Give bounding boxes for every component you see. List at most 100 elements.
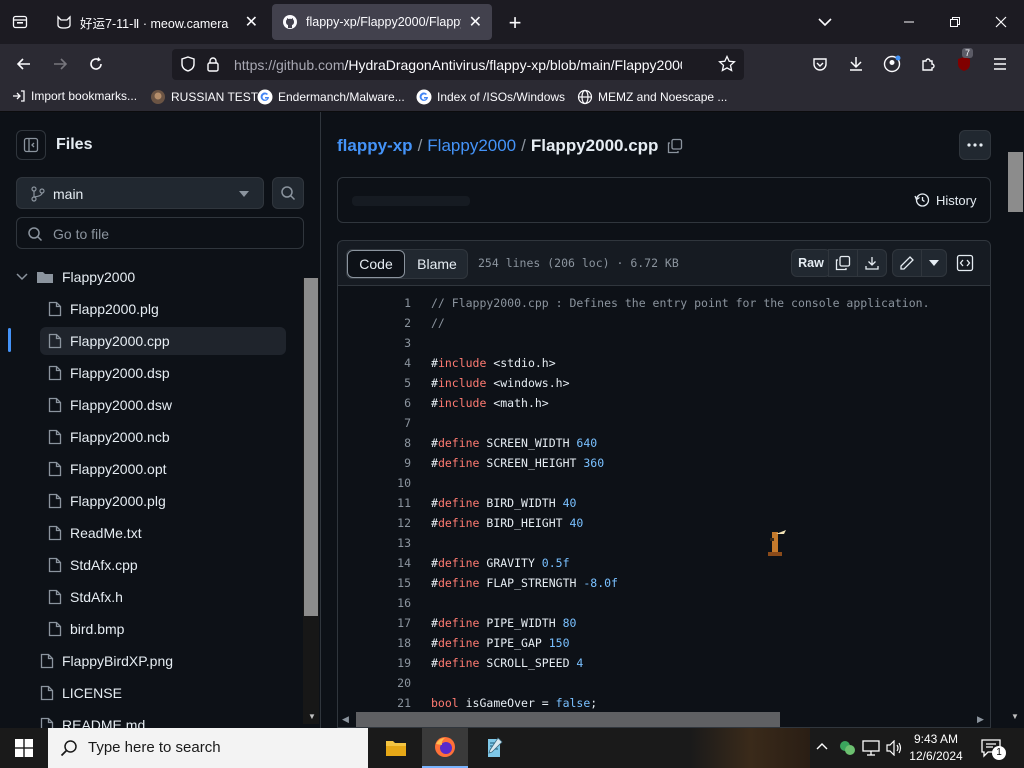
more-options-button[interactable]	[959, 130, 991, 160]
copy-path-icon[interactable]	[667, 138, 683, 154]
breadcrumb-folder-link[interactable]: Flappy2000	[427, 136, 516, 156]
tree-file-item[interactable]: LICENSE	[40, 679, 286, 707]
tab-list-chevron-icon[interactable]	[812, 10, 838, 34]
line-number[interactable]: 8	[338, 436, 411, 450]
tree-folder-flappy2000[interactable]: Flappy2000	[16, 263, 286, 291]
line-number[interactable]: 11	[338, 496, 411, 510]
edit-options-button[interactable]	[921, 249, 947, 277]
line-number[interactable]: 2	[338, 316, 411, 330]
ublock-origin-icon[interactable]: 7	[950, 48, 978, 78]
line-number[interactable]: 7	[338, 416, 411, 430]
line-number[interactable]: 1	[338, 296, 411, 310]
scroll-right-arrow-icon[interactable]: ▶	[977, 714, 984, 725]
tab-code[interactable]: Code	[347, 250, 405, 278]
bookmark-import[interactable]: Import bookmarks...	[12, 89, 137, 103]
downloads-icon[interactable]	[842, 50, 870, 78]
branch-selector[interactable]: main	[16, 177, 264, 209]
sidebar-scrollbar-thumb[interactable]	[304, 278, 318, 616]
line-number[interactable]: 18	[338, 636, 411, 650]
extensions-puzzle-icon[interactable]	[914, 50, 942, 78]
line-number[interactable]: 5	[338, 376, 411, 390]
tab-github-flappy[interactable]: flappy-xp/Flappy2000/Flappy2000.cpp ✕	[272, 4, 492, 40]
list-all-tabs-icon[interactable]	[8, 10, 32, 34]
line-number[interactable]: 13	[338, 536, 411, 550]
volume-icon[interactable]	[886, 740, 904, 756]
scroll-down-arrow-icon[interactable]: ▼	[308, 712, 316, 721]
breadcrumb-repo-link[interactable]: flappy-xp	[337, 136, 413, 156]
tree-file-item[interactable]: Flappy2000.cpp	[40, 327, 286, 355]
windows-start-button[interactable]	[0, 728, 48, 768]
tree-file-item[interactable]: bird.bmp	[40, 615, 286, 643]
code-hscrollbar[interactable]: ◀ ▶	[338, 712, 990, 727]
line-number[interactable]: 15	[338, 576, 411, 590]
raw-button[interactable]: Raw	[791, 249, 831, 277]
new-tab-button[interactable]: +	[502, 10, 528, 36]
page-scrollbar-thumb[interactable]	[1008, 152, 1023, 212]
tree-file-item[interactable]: Flappy2000.dsp	[40, 359, 286, 387]
tracking-shield-icon[interactable]	[180, 56, 196, 72]
hamburger-menu-icon[interactable]	[986, 50, 1014, 78]
taskbar-search-box[interactable]: Type here to search	[48, 728, 368, 768]
reload-icon[interactable]	[82, 50, 110, 78]
copy-raw-button[interactable]	[828, 249, 858, 277]
firefox-taskbar-icon[interactable]	[422, 728, 468, 768]
bookmark-endermanch[interactable]: Endermanch/Malware...	[257, 89, 405, 105]
tab-blame[interactable]: Blame	[407, 250, 467, 278]
page-scrollbar[interactable]: ▼	[1007, 112, 1024, 728]
bookmark-memz[interactable]: MEMZ and Noescape ...	[577, 89, 727, 105]
tree-file-item[interactable]: Flappy2000.dsw	[40, 391, 286, 419]
code-hscrollbar-thumb[interactable]	[356, 712, 780, 727]
back-arrow-icon[interactable]	[10, 50, 38, 78]
symbols-panel-icon[interactable]	[956, 254, 974, 272]
edit-file-button[interactable]	[892, 249, 922, 277]
tray-app-icon[interactable]	[838, 739, 856, 757]
network-icon[interactable]	[862, 740, 880, 756]
pocket-icon[interactable]	[806, 50, 834, 78]
notepad-taskbar-icon[interactable]	[472, 728, 516, 768]
collapse-sidebar-button[interactable]	[16, 130, 46, 160]
download-raw-button[interactable]	[857, 249, 887, 277]
minimize-window-button[interactable]	[886, 0, 932, 44]
tree-file-item[interactable]: Flappy2000.plg	[40, 487, 286, 515]
tree-file-item[interactable]: FlappyBirdXP.png	[40, 647, 286, 675]
close-tab-icon[interactable]: ✕	[469, 12, 482, 32]
line-number[interactable]: 21	[338, 696, 411, 710]
bookmark-russian-test[interactable]: RUSSIAN TEST	[150, 89, 258, 105]
close-window-button[interactable]	[978, 0, 1024, 44]
tree-file-item[interactable]: ReadMe.txt	[40, 519, 286, 547]
lock-icon[interactable]	[206, 56, 220, 72]
bookmark-iso-index[interactable]: Index of /ISOs/Windows	[416, 89, 565, 105]
search-files-button[interactable]	[272, 177, 304, 209]
account-icon[interactable]	[878, 50, 906, 78]
line-number[interactable]: 12	[338, 516, 411, 530]
scroll-left-arrow-icon[interactable]: ◀	[342, 714, 349, 725]
sidebar-scrollbar[interactable]: ▲ ▼	[303, 278, 319, 724]
line-number[interactable]: 6	[338, 396, 411, 410]
history-link[interactable]: History	[914, 192, 976, 208]
line-number[interactable]: 10	[338, 476, 411, 490]
go-to-file-input[interactable]: Go to file	[16, 217, 304, 249]
forward-arrow-icon[interactable]	[46, 50, 74, 78]
taskbar-clock[interactable]: 9:43 AM 12/6/2024	[904, 731, 968, 765]
line-number[interactable]: 3	[338, 336, 411, 350]
url-bar[interactable]: https://github.com/HydraDragonAntivirus/…	[172, 49, 744, 80]
notification-center-icon[interactable]: 1	[980, 738, 1006, 760]
tree-file-item[interactable]: StdAfx.h	[40, 583, 286, 611]
tree-file-item[interactable]: Flapp2000.plg	[40, 295, 286, 323]
tree-file-item[interactable]: Flappy2000.opt	[40, 455, 286, 483]
line-number[interactable]: 16	[338, 596, 411, 610]
line-number[interactable]: 14	[338, 556, 411, 570]
restore-window-button[interactable]	[932, 0, 978, 44]
file-explorer-taskbar-icon[interactable]	[374, 728, 418, 768]
tab-meow-camera[interactable]: 好运7-11-Ⅱ · meow.camera ✕	[46, 4, 268, 40]
close-tab-icon[interactable]: ✕	[245, 12, 258, 32]
line-number[interactable]: 4	[338, 356, 411, 370]
line-number[interactable]: 17	[338, 616, 411, 630]
line-number[interactable]: 20	[338, 676, 411, 690]
show-hidden-icons-chevron-icon[interactable]	[816, 742, 828, 750]
tree-file-item[interactable]: StdAfx.cpp	[40, 551, 286, 579]
bookmark-star-icon[interactable]	[718, 55, 736, 73]
line-number[interactable]: 19	[338, 656, 411, 670]
line-number[interactable]: 9	[338, 456, 411, 470]
scroll-down-arrow-icon[interactable]: ▼	[1011, 712, 1019, 721]
